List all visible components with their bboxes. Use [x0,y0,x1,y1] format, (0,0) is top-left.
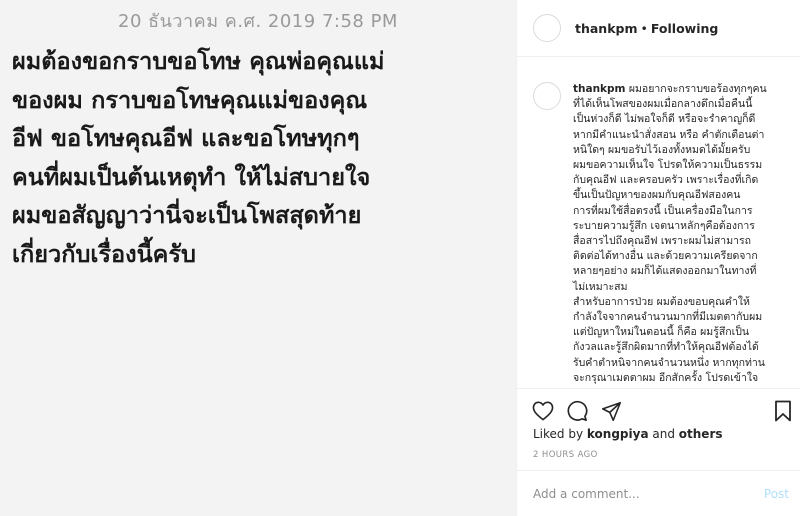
note-line: ผมต้องขอกราบขอโทษ คุณพ่อคุณแม่ [12,47,385,75]
caption-line: กับคุณอีฟ และครอบครัว เพราะเรื่องที่เกิด [573,174,759,187]
post-timestamp[interactable]: 2 HOURS AGO [533,450,598,460]
caption-area[interactable]: thankpm ผมอยากจะกราบขอร้องทุกๆคน ที่ได้เ… [517,58,800,388]
caption-row: thankpm ผมอยากจะกราบขอร้องทุกๆคน ที่ได้เ… [533,82,785,386]
note-line: ของผม กราบขอโทษคุณแม่ของคุณ [12,85,368,114]
caption-line: กังวลและรู้สึกผิดมากที่ทำให้คุณอีฟต้องได… [573,341,759,354]
likes-user-link[interactable]: kongpiya [587,427,649,441]
caption-line: ระบายความรู้สึก เจตนาหลักๆคือต้องการ [573,219,755,232]
caption-line: จะกรุณาเมตตาผม อีกสักครั้ง โปรดเข้าใจ [573,371,759,384]
caption-line: หนิใดๆ ผมขอรับไว้เองทั้งหมดได้มั้ยครับ [573,143,751,156]
caption-line: ไม่เหมาะสม [573,280,628,293]
caption-line: หากมีคำแนะนำสั่งสอน หรือ คำตักเตือนต่า [573,128,765,141]
caption-first-line: ผมอยากจะกราบขอร้องทุกๆคน [628,83,767,95]
likes-others-link[interactable]: others [679,427,723,441]
comment-bar: Post [517,470,800,516]
action-bar [517,388,800,430]
caption-line: thankpm ผมอยากจะกราบขอร้องทุกๆคน [573,82,785,97]
caption-username[interactable]: thankpm [573,83,626,95]
caption-avatar[interactable] [533,82,561,110]
post-image[interactable]: 20 ธันวาคม ค.ศ. 2019 7:58 PM ผมต้องขอกรา… [0,0,516,516]
caption-text: thankpm ผมอยากจะกราบขอร้องทุกๆคน ที่ได้เ… [573,82,785,386]
share-icon[interactable] [599,399,623,423]
caption-line: หลายๆอย่าง ผมก็ได้แสดงออกมาในทางที่ [573,265,757,278]
caption-line: กำลังใจจากคนจำนวนมากที่มีเมตตากับผม [573,311,763,324]
header-username[interactable]: thankpm [575,21,638,36]
caption-line: แต่ปัญหาใหม่ในตอนนี้ ก็คือ ผมรู้สึกเป็น [573,326,750,339]
comment-input[interactable] [533,486,764,501]
caption-line: ขึ้นเป็นปัญหาของผมกับคุณอีฟสองคน [573,189,741,202]
caption-line: เป็นห่วงก็ดี ไม่พอใจก็ดี หรือจะรำคาญก็ดี [573,113,756,126]
note-line: เกี่ยวกับเรื่องนี้ครับ [12,239,196,268]
caption-line: รับคำตำหนิจากคนจำนวนหนึ่ง หากทุกท่าน [573,356,765,369]
comment-icon[interactable] [565,399,589,423]
caption-line: สำหรับอาการป่วย ผมต้องขอบคุณคำให้ [573,295,750,308]
avatar[interactable] [533,14,561,42]
caption-line: การที่ผมใช้สื่อตรงนี้ เป็นเครื่องมือในกา… [573,204,753,217]
note-text: ผมต้องขอกราบขอโทษ คุณพ่อคุณแม่ ของผม กรา… [12,42,512,273]
likes-prefix: Liked by [533,427,587,441]
post-side-panel: thankpm • Following thankpm ผมอยากจะกราบขอ… [516,0,800,516]
note-line: คนที่ผมเป็นต้นเหตุทำ ให้ไม่สบายใจ [12,162,371,191]
caption-line: ผมขอความเห็นใจ โปรดให้ความเป็นธรรม [573,159,763,172]
caption-line: ติดต่อได้ทางอื่น และด้วยความเครียดจาก [573,250,758,263]
likes-and: and [648,427,679,441]
header-text: thankpm • Following [575,21,718,36]
note-line: อีฟ ขอโทษคุณอีฟ และขอโทษทุกๆ [12,124,360,152]
note-line: ผมขอสัญญาว่านี่จะเป็นโพสสุดท้าย [12,201,362,229]
note-date: 20 ธันวาคม ค.ศ. 2019 7:58 PM [118,11,398,32]
follow-status-button[interactable]: Following [651,21,718,36]
post-header: thankpm • Following [517,0,800,57]
bookmark-icon[interactable] [771,399,795,423]
likes-summary: Liked by kongpiya and others [533,427,723,441]
caption-line: ที่ได้เห็นโพสของผมเมื่อกลางดึกเมื่อคืนนี… [573,98,753,111]
caption-line: สื่อสารไปถึงคุณอีฟ เพราะผมไม่สามารถ [573,235,752,248]
post-button[interactable]: Post [764,487,789,501]
header-separator: • [640,20,648,36]
heart-icon[interactable] [531,399,555,423]
